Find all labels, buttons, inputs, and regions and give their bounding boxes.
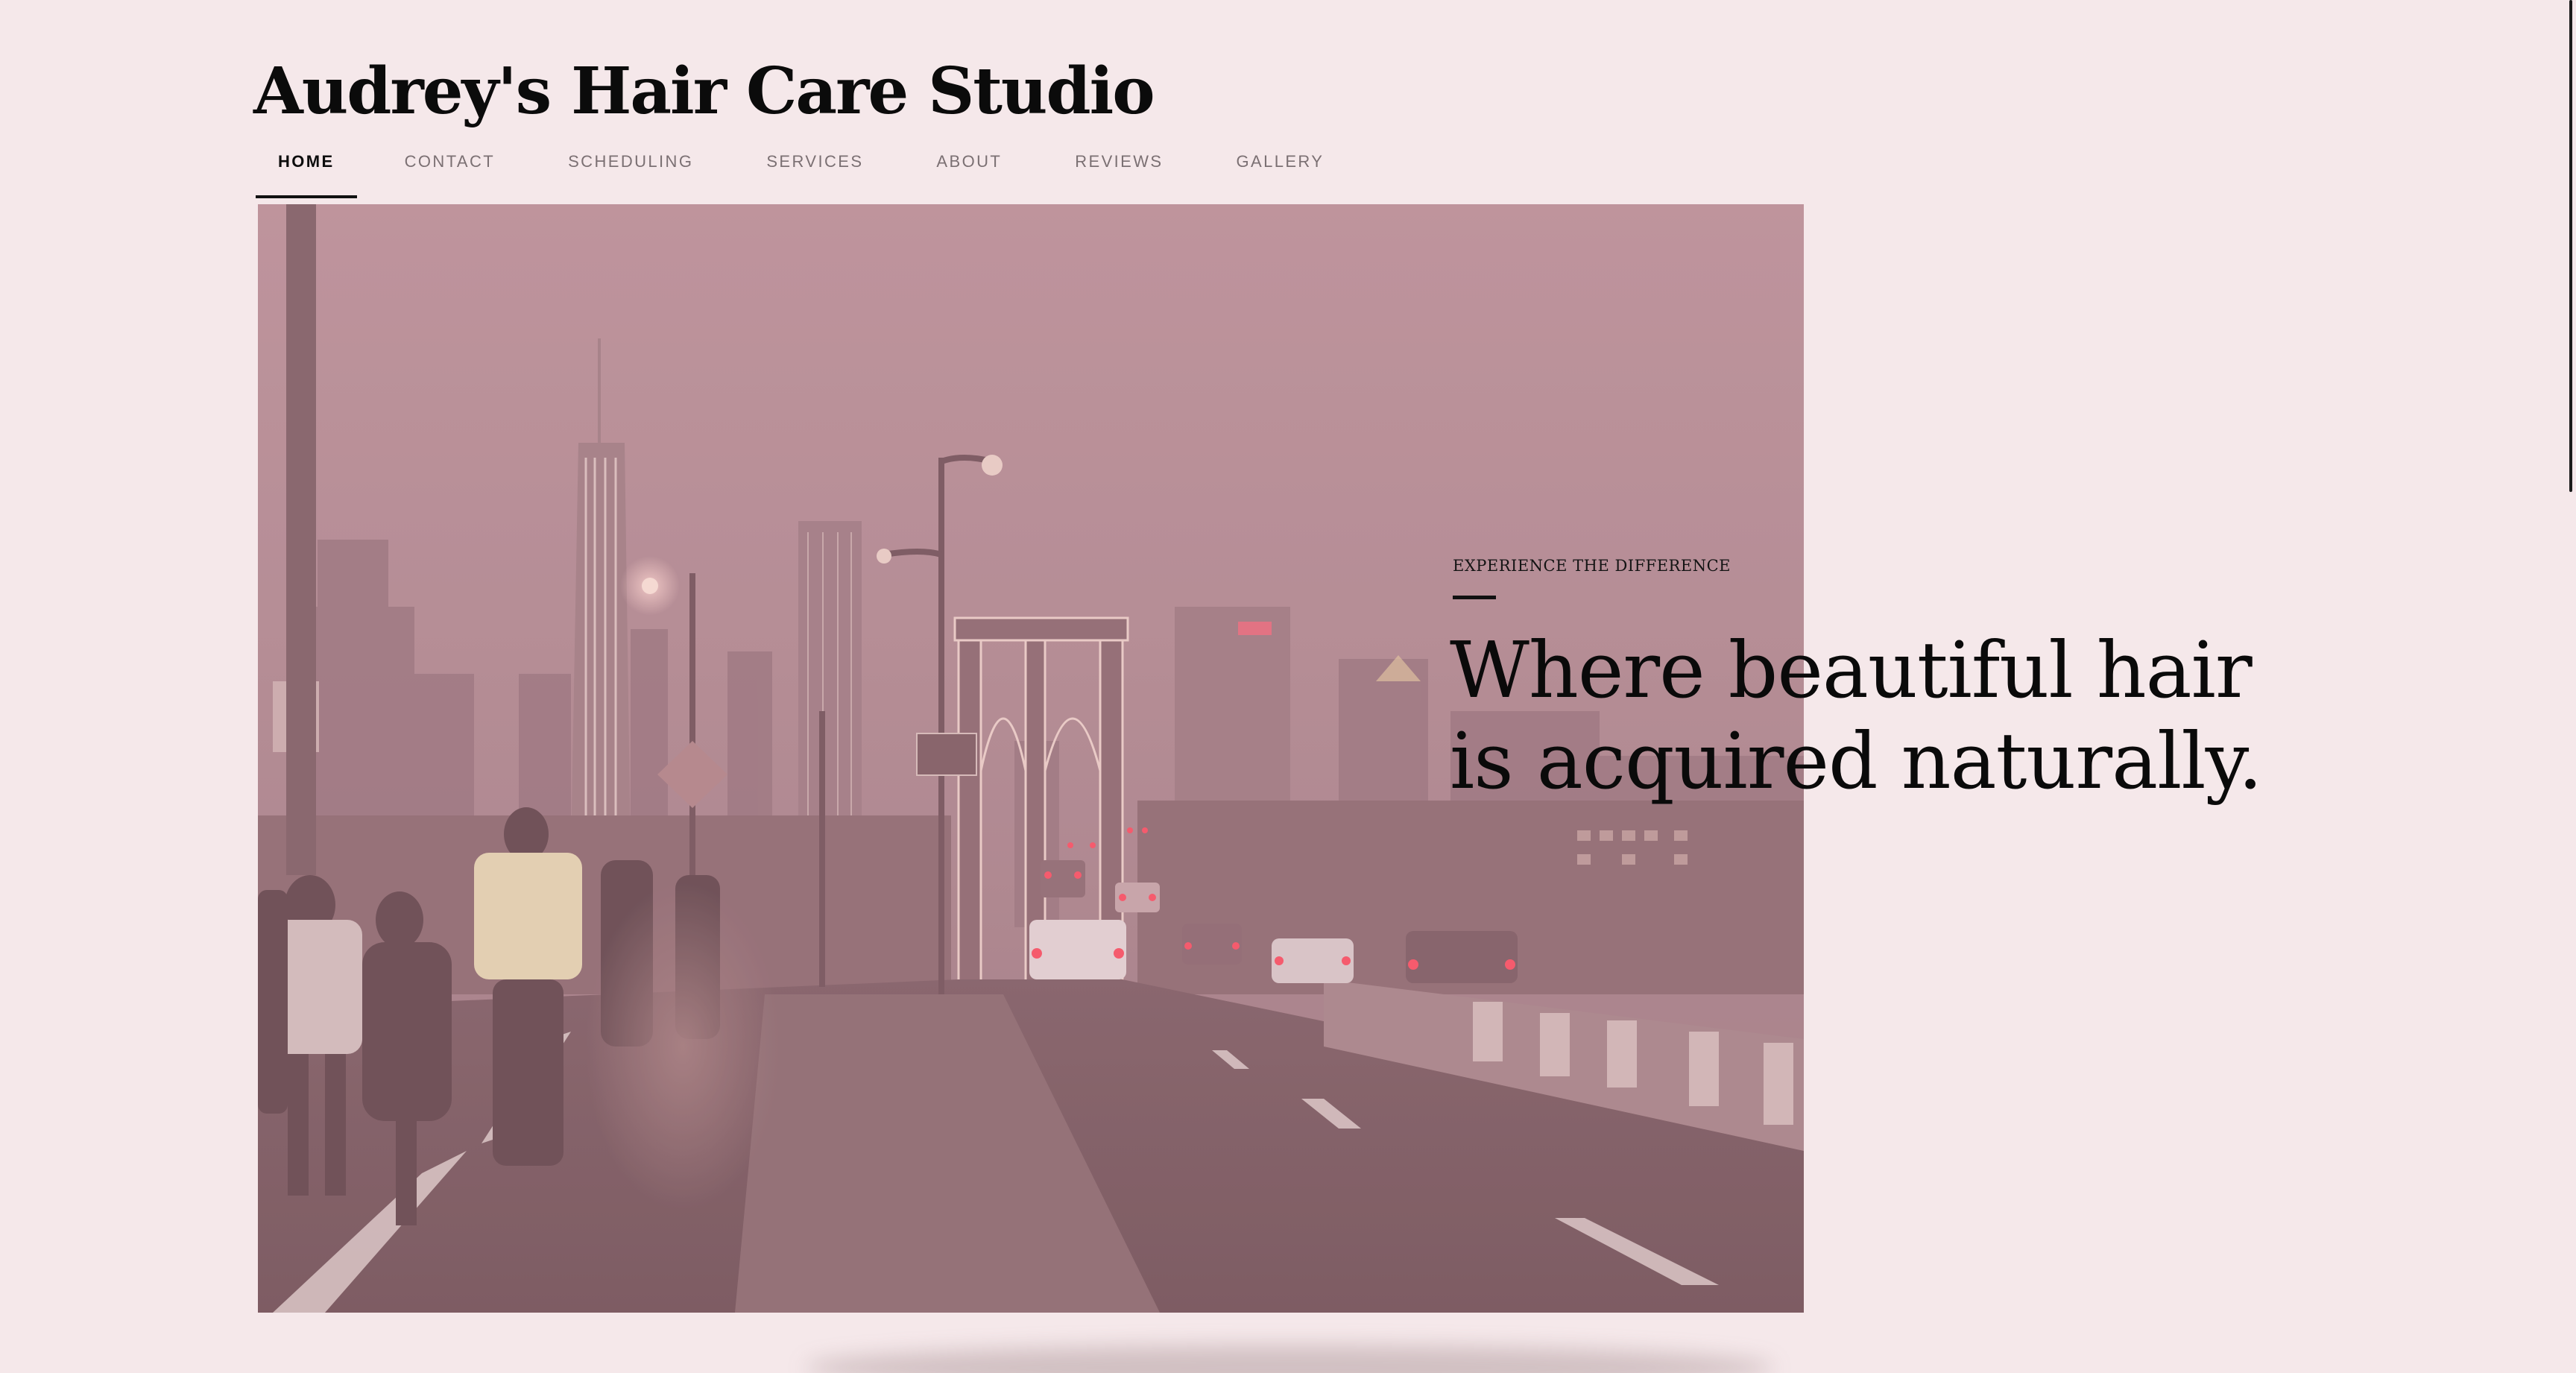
hero-headline-line-1: Where beautiful hair	[1450, 625, 2253, 716]
hero-kicker: EXPERIENCE THE DIFFERENCE	[1453, 557, 1731, 575]
main-nav: HOME CONTACT SCHEDULING SERVICES ABOUT R…	[256, 142, 1374, 204]
nav-reviews[interactable]: REVIEWS	[1052, 142, 1185, 198]
nav-contact[interactable]: CONTACT	[382, 142, 518, 198]
nav-gallery[interactable]: GALLERY	[1213, 142, 1346, 198]
nav-scheduling[interactable]: SCHEDULING	[546, 142, 716, 198]
site-title[interactable]: Audrey's Hair Care Studio	[253, 54, 1155, 129]
hero-headline-line-2: is acquired naturally.	[1450, 716, 2263, 807]
kicker-divider	[1453, 596, 1496, 599]
page-scrollbar[interactable]	[2569, 0, 2572, 492]
nav-home[interactable]: HOME	[256, 142, 357, 198]
nav-services[interactable]: SERVICES	[744, 142, 886, 198]
nav-about[interactable]: ABOUT	[914, 142, 1024, 198]
hero-headline: Where beautiful hair is acquired natural…	[1450, 625, 2389, 807]
